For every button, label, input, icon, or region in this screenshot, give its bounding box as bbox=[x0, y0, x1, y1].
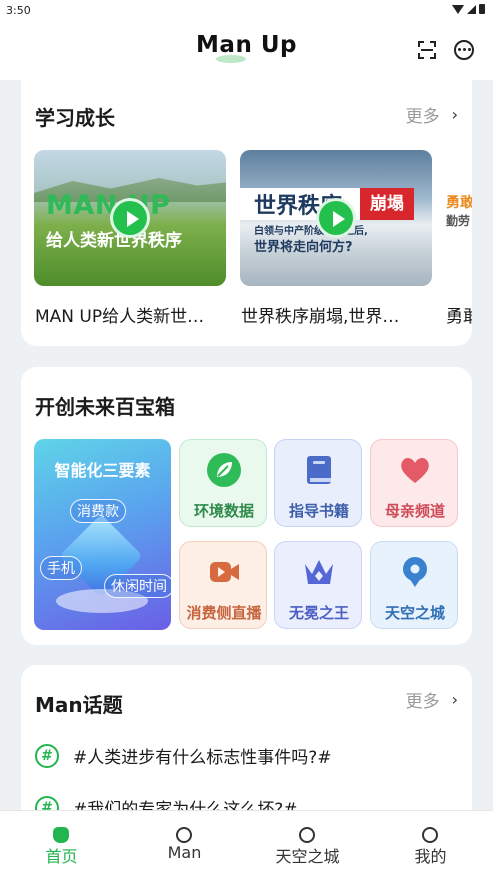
signal-icon bbox=[467, 4, 476, 14]
tile-label: 无冕之王 bbox=[288, 604, 349, 622]
nav-man[interactable]: Man bbox=[123, 811, 246, 876]
nav-label: 天空之城 bbox=[275, 847, 340, 866]
feature-chip: 消费款 bbox=[70, 499, 126, 523]
video-caption[interactable]: MAN UP给人类新世… bbox=[35, 302, 227, 327]
thumb-tag: 崩塌 bbox=[360, 188, 414, 220]
tile-label: 环境数据 bbox=[193, 502, 254, 520]
nav-sky-city[interactable]: 天空之城 bbox=[246, 811, 369, 876]
location-pin-icon bbox=[403, 557, 427, 587]
status-time: 3:50 bbox=[6, 4, 31, 17]
nav-profile[interactable]: 我的 bbox=[369, 811, 492, 876]
book-icon bbox=[307, 456, 331, 484]
bottom-nav: 首页 Man 天空之城 我的 bbox=[0, 810, 493, 876]
thumb-title: MAN UP bbox=[46, 190, 171, 221]
video-camera-icon bbox=[210, 562, 239, 582]
topics-title: Man话题 bbox=[35, 693, 123, 717]
topic-text: #人类进步有什么标志性事件吗?# bbox=[73, 748, 332, 768]
learning-more-button[interactable]: 更多 › bbox=[406, 102, 458, 127]
leaf-icon bbox=[207, 453, 241, 487]
treasure-section: 开创未来百宝箱 智能化三要素 消费款 手机 休闲时间 环境数据 指导书籍 母亲频… bbox=[21, 367, 472, 645]
thumb-title: 勇敢 bbox=[446, 195, 472, 211]
tile-label: 消费侧直播 bbox=[186, 604, 262, 622]
chevron-right-icon: › bbox=[451, 690, 458, 709]
tile-env-data[interactable]: 环境数据 bbox=[179, 439, 267, 527]
tile-mother-channel[interactable]: 母亲频道 bbox=[370, 439, 458, 527]
more-label: 更多 bbox=[405, 107, 440, 127]
learning-section: 学习成长 更多 › MAN UP 给人类新世界秩序 MAN UP给人类新世… 世… bbox=[21, 78, 472, 346]
heart-icon bbox=[401, 457, 429, 483]
tile-label: 天空之城 bbox=[384, 604, 445, 622]
smiley-icon bbox=[422, 827, 438, 843]
nav-label: 首页 bbox=[45, 847, 78, 866]
feature-chip: 手机 bbox=[40, 556, 82, 580]
tile-consumer-live[interactable]: 消费侧直播 bbox=[179, 541, 267, 629]
nav-label: Man bbox=[167, 843, 202, 862]
more-label: 更多 bbox=[405, 692, 440, 712]
status-icons bbox=[452, 4, 485, 14]
thumb-subtitle: 世界将走向何方? bbox=[254, 240, 353, 255]
video-thumbnail[interactable]: 勇敢 勤劳 bbox=[446, 150, 472, 286]
home-icon bbox=[53, 827, 69, 843]
scan-icon[interactable] bbox=[417, 40, 437, 60]
status-bar: 3:50 bbox=[0, 0, 493, 22]
video-caption[interactable]: 世界秩序崩塌,世界… bbox=[241, 302, 431, 327]
man-icon bbox=[176, 827, 192, 843]
location-icon bbox=[299, 827, 315, 843]
video-thumbnail[interactable]: 世界秩序 崩塌 白领与中产阶级破产之后, 世界将走向何方? bbox=[240, 150, 432, 286]
nav-label: 我的 bbox=[414, 847, 447, 866]
learning-title: 学习成长 bbox=[35, 106, 115, 130]
tile-uncrowned-king[interactable]: 无冕之王 bbox=[274, 541, 362, 629]
message-icon[interactable] bbox=[454, 40, 474, 60]
crown-icon bbox=[305, 560, 333, 584]
treasure-title: 开创未来百宝箱 bbox=[35, 395, 175, 419]
tile-label: 母亲频道 bbox=[384, 502, 445, 520]
thumb-subtitle: 勤劳 bbox=[446, 214, 471, 228]
tile-label: 指导书籍 bbox=[288, 502, 349, 520]
wifi-icon bbox=[452, 4, 464, 14]
battery-icon bbox=[479, 4, 485, 14]
feature-chip: 休闲时间 bbox=[104, 574, 171, 598]
app-bar: Man Up bbox=[0, 22, 493, 80]
video-caption[interactable]: 勇敢 bbox=[446, 302, 472, 327]
play-icon[interactable] bbox=[316, 198, 356, 238]
topic-item[interactable]: # #人类进步有什么标志性事件吗?# bbox=[35, 743, 332, 768]
topics-more-button[interactable]: 更多 › bbox=[406, 687, 458, 712]
video-thumbnail[interactable]: MAN UP 给人类新世界秩序 bbox=[34, 150, 226, 286]
nav-home[interactable]: 首页 bbox=[0, 811, 123, 876]
feature-title: 智能化三要素 bbox=[54, 461, 151, 480]
tile-sky-city[interactable]: 天空之城 bbox=[370, 541, 458, 629]
hashtag-icon: # bbox=[35, 743, 59, 768]
chevron-right-icon: › bbox=[451, 105, 458, 124]
tile-guide-books[interactable]: 指导书籍 bbox=[274, 439, 362, 527]
play-icon[interactable] bbox=[110, 198, 150, 238]
feature-card[interactable]: 智能化三要素 消费款 手机 休闲时间 bbox=[34, 439, 171, 630]
